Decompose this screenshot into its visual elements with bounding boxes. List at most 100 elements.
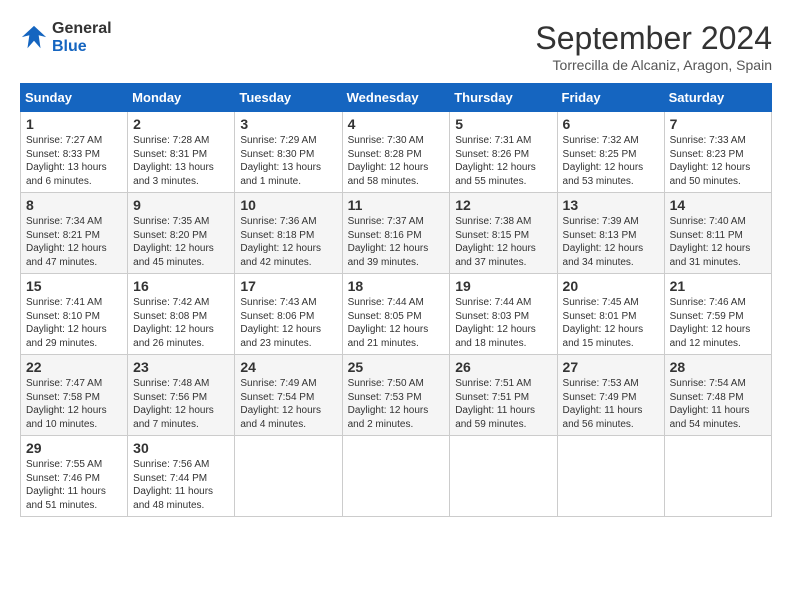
calendar-cell: 1 Sunrise: 7:27 AMSunset: 8:33 PMDaylight… — [21, 112, 128, 193]
day-number: 21 — [670, 278, 766, 294]
day-info: Sunrise: 7:30 AMSunset: 8:28 PMDaylight:… — [348, 134, 445, 188]
day-number: 29 — [26, 440, 122, 456]
calendar-cell: 8 Sunrise: 7:34 AMSunset: 8:21 PMDaylight… — [21, 193, 128, 274]
calendar-cell: 27Sunrise: 7:53 AMSunset: 7:49 PMDayligh… — [557, 355, 664, 436]
day-number: 22 — [26, 359, 122, 375]
title-area: September 2024 Torrecilla de Alcaniz, Ar… — [535, 20, 772, 73]
weekday-thursday: Thursday — [450, 84, 557, 112]
day-info: Sunrise: 7:50 AMSunset: 7:53 PMDaylight:… — [348, 377, 445, 431]
weekday-tuesday: Tuesday — [235, 84, 342, 112]
calendar-cell: 3 Sunrise: 7:29 AMSunset: 8:30 PMDaylight… — [235, 112, 342, 193]
weekday-wednesday: Wednesday — [342, 84, 450, 112]
calendar-cell — [664, 436, 771, 517]
day-info: Sunrise: 7:44 AMSunset: 8:03 PMDaylight:… — [455, 296, 551, 350]
calendar-cell: 19 Sunrise: 7:44 AMSunset: 8:03 PMDayligh… — [450, 274, 557, 355]
day-number: 3 — [240, 116, 336, 132]
week-row-4: 22 Sunrise: 7:47 AMSunset: 7:58 PMDayligh… — [21, 355, 772, 436]
day-number: 2 — [133, 116, 229, 132]
day-info: Sunrise: 7:36 AMSunset: 8:18 PMDaylight:… — [240, 215, 336, 269]
day-info: Sunrise: 7:27 AMSunset: 8:33 PMDaylight:… — [26, 134, 122, 188]
calendar-cell: 17Sunrise: 7:43 AMSunset: 8:06 PMDayligh… — [235, 274, 342, 355]
day-number: 30 — [133, 440, 229, 456]
calendar-cell: 14 Sunrise: 7:40 AMSunset: 8:11 PMDayligh… — [664, 193, 771, 274]
day-number: 6 — [563, 116, 659, 132]
calendar-cell — [450, 436, 557, 517]
day-number: 5 — [455, 116, 551, 132]
day-number: 4 — [348, 116, 445, 132]
day-number: 20 — [563, 278, 659, 294]
day-info: Sunrise: 7:31 AMSunset: 8:26 PMDaylight:… — [455, 134, 551, 188]
day-info: Sunrise: 7:47 AMSunset: 7:58 PMDaylight:… — [26, 377, 122, 431]
weekday-saturday: Saturday — [664, 84, 771, 112]
day-number: 11 — [348, 197, 445, 213]
day-number: 16 — [133, 278, 229, 294]
calendar-cell: 5 Sunrise: 7:31 AMSunset: 8:26 PMDaylight… — [450, 112, 557, 193]
day-number: 1 — [26, 116, 122, 132]
day-info: Sunrise: 7:40 AMSunset: 8:11 PMDaylight:… — [670, 215, 766, 269]
calendar-cell: 4 Sunrise: 7:30 AMSunset: 8:28 PMDaylight… — [342, 112, 450, 193]
day-info: Sunrise: 7:51 AMSunset: 7:51 PMDaylight:… — [455, 377, 551, 431]
day-info: Sunrise: 7:44 AMSunset: 8:05 PMDaylight:… — [348, 296, 445, 350]
calendar-cell: 6 Sunrise: 7:32 AMSunset: 8:25 PMDaylight… — [557, 112, 664, 193]
day-number: 19 — [455, 278, 551, 294]
weekday-monday: Monday — [128, 84, 235, 112]
day-info: Sunrise: 7:28 AMSunset: 8:31 PMDaylight:… — [133, 134, 229, 188]
logo-general: General — [52, 20, 112, 37]
calendar-cell: 2 Sunrise: 7:28 AMSunset: 8:31 PMDaylight… — [128, 112, 235, 193]
week-row-5: 29Sunrise: 7:55 AMSunset: 7:46 PMDayligh… — [21, 436, 772, 517]
day-number: 24 — [240, 359, 336, 375]
day-info: Sunrise: 7:38 AMSunset: 8:15 PMDaylight:… — [455, 215, 551, 269]
calendar-cell: 9Sunrise: 7:35 AMSunset: 8:20 PMDaylight… — [128, 193, 235, 274]
day-number: 27 — [563, 359, 659, 375]
weekday-friday: Friday — [557, 84, 664, 112]
calendar-cell: 11 Sunrise: 7:37 AMSunset: 8:16 PMDayligh… — [342, 193, 450, 274]
calendar-cell: 15 Sunrise: 7:41 AMSunset: 8:10 PMDayligh… — [21, 274, 128, 355]
day-info: Sunrise: 7:37 AMSunset: 8:16 PMDaylight:… — [348, 215, 445, 269]
day-info: Sunrise: 7:39 AMSunset: 8:13 PMDaylight:… — [563, 215, 659, 269]
day-info: Sunrise: 7:46 AMSunset: 7:59 PMDaylight:… — [670, 296, 766, 350]
day-info: Sunrise: 7:41 AMSunset: 8:10 PMDaylight:… — [26, 296, 122, 350]
calendar-cell: 20 Sunrise: 7:45 AMSunset: 8:01 PMDayligh… — [557, 274, 664, 355]
calendar-cell — [342, 436, 450, 517]
day-number: 10 — [240, 197, 336, 213]
header: General Blue September 2024 Torrecilla d… — [20, 20, 772, 73]
day-info: Sunrise: 7:45 AMSunset: 8:01 PMDaylight:… — [563, 296, 659, 350]
calendar-cell: 18Sunrise: 7:44 AMSunset: 8:05 PMDayligh… — [342, 274, 450, 355]
day-info: Sunrise: 7:34 AMSunset: 8:21 PMDaylight:… — [26, 215, 122, 269]
calendar-cell: 24Sunrise: 7:49 AMSunset: 7:54 PMDayligh… — [235, 355, 342, 436]
day-number: 12 — [455, 197, 551, 213]
location-title: Torrecilla de Alcaniz, Aragon, Spain — [535, 57, 772, 73]
logo-icon — [20, 24, 48, 52]
day-number: 26 — [455, 359, 551, 375]
day-number: 7 — [670, 116, 766, 132]
day-info: Sunrise: 7:48 AMSunset: 7:56 PMDaylight:… — [133, 377, 229, 431]
calendar-cell: 23Sunrise: 7:48 AMSunset: 7:56 PMDayligh… — [128, 355, 235, 436]
calendar-cell: 13 Sunrise: 7:39 AMSunset: 8:13 PMDayligh… — [557, 193, 664, 274]
day-number: 14 — [670, 197, 766, 213]
day-info: Sunrise: 7:33 AMSunset: 8:23 PMDaylight:… — [670, 134, 766, 188]
day-info: Sunrise: 7:42 AMSunset: 8:08 PMDaylight:… — [133, 296, 229, 350]
day-number: 8 — [26, 197, 122, 213]
day-number: 15 — [26, 278, 122, 294]
calendar-cell — [235, 436, 342, 517]
logo-blue: Blue — [52, 38, 87, 55]
week-row-2: 8 Sunrise: 7:34 AMSunset: 8:21 PMDaylight… — [21, 193, 772, 274]
day-info: Sunrise: 7:29 AMSunset: 8:30 PMDaylight:… — [240, 134, 336, 188]
calendar-cell: 21 Sunrise: 7:46 AMSunset: 7:59 PMDayligh… — [664, 274, 771, 355]
calendar-cell — [557, 436, 664, 517]
week-row-1: 1 Sunrise: 7:27 AMSunset: 8:33 PMDaylight… — [21, 112, 772, 193]
calendar-cell: 16 Sunrise: 7:42 AMSunset: 8:08 PMDayligh… — [128, 274, 235, 355]
calendar-cell: 30Sunrise: 7:56 AMSunset: 7:44 PMDayligh… — [128, 436, 235, 517]
calendar-cell: 28Sunrise: 7:54 AMSunset: 7:48 PMDayligh… — [664, 355, 771, 436]
day-info: Sunrise: 7:35 AMSunset: 8:20 PMDaylight:… — [133, 215, 229, 269]
week-row-3: 15 Sunrise: 7:41 AMSunset: 8:10 PMDayligh… — [21, 274, 772, 355]
calendar-cell: 10 Sunrise: 7:36 AMSunset: 8:18 PMDayligh… — [235, 193, 342, 274]
day-number: 13 — [563, 197, 659, 213]
day-number: 25 — [348, 359, 445, 375]
calendar-cell: 22 Sunrise: 7:47 AMSunset: 7:58 PMDayligh… — [21, 355, 128, 436]
calendar-cell: 25 Sunrise: 7:50 AMSunset: 7:53 PMDayligh… — [342, 355, 450, 436]
month-title: September 2024 — [535, 20, 772, 57]
day-info: Sunrise: 7:43 AMSunset: 8:06 PMDaylight:… — [240, 296, 336, 350]
weekday-header-row: SundayMondayTuesdayWednesdayThursdayFrid… — [21, 84, 772, 112]
day-info: Sunrise: 7:32 AMSunset: 8:25 PMDaylight:… — [563, 134, 659, 188]
